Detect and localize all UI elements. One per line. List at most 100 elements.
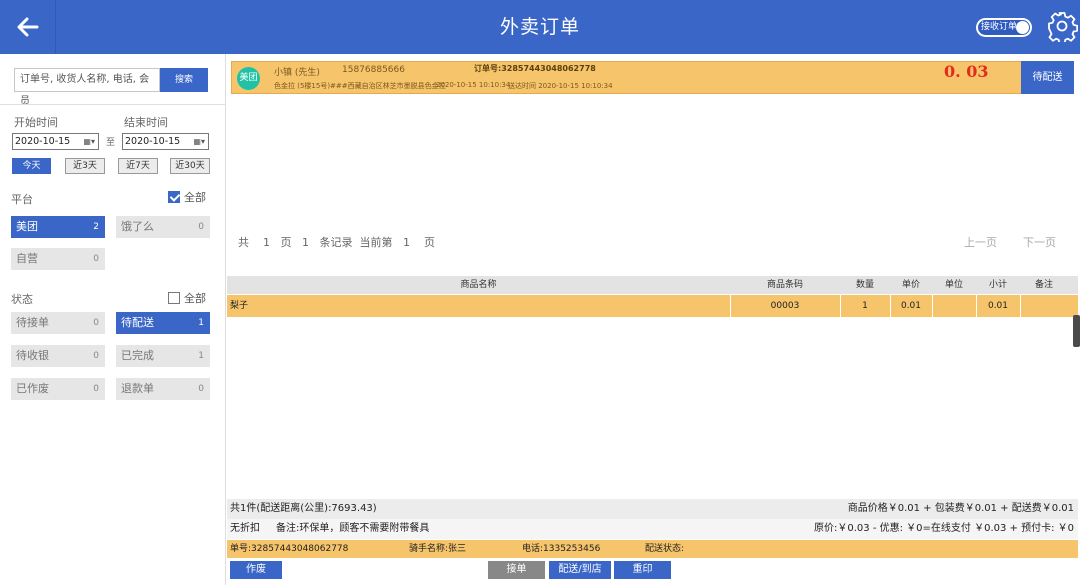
rider-phone: 电话:1335253456 (522, 544, 601, 554)
col-unit: 单位 (944, 280, 963, 290)
accept-button[interactable]: 接单 (488, 561, 545, 579)
tile-label: 饿了么 (121, 220, 154, 233)
cell-subtotal: 0.01 (987, 301, 1009, 311)
date-separator: 至 (106, 138, 116, 148)
pager-text: 当前第 (359, 236, 393, 249)
divider (0, 104, 226, 105)
divider (932, 295, 933, 317)
page-title: 外卖订单 (499, 16, 580, 38)
tile-count: 0 (93, 318, 99, 328)
status-pending-checkout[interactable]: 待收银 0 (11, 345, 105, 367)
platform-eleme[interactable]: 饿了么 0 (116, 216, 210, 238)
pager-text: 页 (280, 236, 292, 249)
platform-label: 平台 (11, 193, 33, 206)
col-subtotal: 小计 (988, 280, 1007, 290)
tile-label: 待接单 (16, 316, 49, 329)
search-button[interactable]: 搜索 (160, 68, 208, 92)
tile-count: 0 (93, 254, 99, 264)
receive-orders-toggle[interactable]: 接收订单 (976, 18, 1032, 37)
order-note: 备注:环保单，顾客不需要附带餐具 (276, 523, 430, 534)
delivery-order-number: 单号:32857443048062778 (230, 544, 349, 554)
tile-count: 1 (198, 318, 204, 328)
cell-unit-price: 0.01 (900, 301, 922, 311)
pager-text: 共 (238, 236, 249, 249)
delivery-status: 配送状态: (645, 544, 685, 554)
next-page-button[interactable]: 下一页 (1023, 234, 1056, 250)
platform-meituan[interactable]: 美团 2 (11, 216, 105, 238)
col-quantity: 数量 (855, 280, 874, 290)
status-pending-delivery[interactable]: 待配送 1 (116, 312, 210, 334)
pending-delivery-button[interactable]: 待配送 (1021, 61, 1074, 94)
tile-count: 0 (198, 222, 204, 232)
cell-product-name: 梨子 (230, 301, 249, 311)
gear-icon[interactable] (1046, 10, 1078, 42)
last-3-days-button[interactable]: 近3天 (65, 158, 105, 174)
status-all-checkbox[interactable]: 全部 (168, 290, 206, 306)
summary-bar: 共1件(配送距离(公里):7693.43) 商品价格￥0.01 + 包装费￥0.… (227, 499, 1078, 519)
search-input[interactable]: 订单号, 收货人名称, 电话, 会员 (14, 68, 160, 107)
col-product-name: 商品名称 (460, 280, 497, 290)
start-time-label: 开始时间 (14, 116, 58, 129)
arrive-time: 送达时间 2020-10-15 10:10:34 (508, 82, 613, 90)
checkbox-label: 全部 (184, 292, 206, 305)
pager-total-pages: 1 (263, 236, 270, 249)
checkbox-label: 全部 (184, 191, 206, 204)
tile-count: 2 (93, 222, 99, 232)
pager-text: 页 (424, 236, 435, 249)
tile-count: 0 (93, 384, 99, 394)
last-7-days-button[interactable]: 近7天 (118, 158, 158, 174)
void-button[interactable]: 作废 (230, 561, 282, 579)
discount-label: 无折扣 (230, 523, 260, 534)
calendar-icon: ▦▾ (193, 137, 205, 146)
tile-count: 0 (93, 351, 99, 361)
status-voided[interactable]: 已作废 0 (11, 378, 105, 400)
pager-text: 条记录 (319, 236, 353, 249)
reprint-button[interactable]: 重印 (614, 561, 671, 579)
platform-all-checkbox[interactable]: 全部 (168, 189, 206, 205)
rider-name: 骑手名称:张三 (409, 544, 467, 554)
end-date-picker[interactable]: 2020-10-15 ▦▾ (122, 133, 209, 150)
meituan-badge: 美团 (237, 67, 260, 90)
deliver-arrive-button[interactable]: 配送/到店 (549, 561, 611, 579)
pager-current-page: 1 (403, 236, 410, 249)
start-date-picker[interactable]: 2020-10-15 ▦▾ (12, 133, 99, 150)
platform-self[interactable]: 自营 0 (11, 248, 105, 270)
pager-info: 共 1 页 1 条记录 当前第 1 页 (238, 234, 435, 250)
checkbox-empty-icon (168, 292, 180, 304)
payment-bar: 无折扣 备注:环保单，顾客不需要附带餐具 原价:￥0.03 - 优惠: ￥0=在… (227, 519, 1078, 539)
item-count-distance: 共1件(配送距离(公里):7693.43) (230, 503, 377, 514)
tile-label: 待收银 (16, 349, 49, 362)
tile-label: 退款单 (121, 382, 154, 395)
order-card[interactable]: 美团 小镇 (先生) 15876885666 订单号:3285744304806… (231, 61, 1074, 94)
tile-count: 0 (198, 384, 204, 394)
customer-name: 小镇 (先生) (274, 68, 320, 78)
filter-sidebar: 订单号, 收货人名称, 电话, 会员 搜索 开始时间 结束时间 2020-10-… (0, 54, 226, 585)
end-date-value: 2020-10-15 (125, 136, 181, 147)
status-refund[interactable]: 退款单 0 (116, 378, 210, 400)
delivery-info-bar: 单号:32857443048062778 骑手名称:张三 电话:13352534… (227, 540, 1078, 558)
order-number: 订单号:32857443048062778 (474, 64, 596, 73)
order-time: 2020-10-15 10:10:34 (436, 81, 511, 89)
tile-label: 待配送 (121, 316, 154, 329)
customer-address: 色金拉 (5楼15号)###西藏自治区林芝市墨脱县色金拉 (274, 82, 446, 90)
price-breakdown: 商品价格￥0.01 + 包装费￥0.01 + 配送费￥0.01 (847, 503, 1074, 514)
table-row[interactable]: 梨子 00003 1 0.01 0.01 (227, 295, 1078, 317)
customer-phone: 15876885666 (342, 65, 405, 75)
today-button[interactable]: 今天 (12, 158, 51, 174)
status-completed[interactable]: 已完成 1 (116, 345, 210, 367)
status-pending-accept[interactable]: 待接单 0 (11, 312, 105, 334)
toggle-knob (1016, 21, 1029, 34)
prev-page-button[interactable]: 上一页 (964, 234, 997, 250)
tile-label: 已完成 (121, 349, 154, 362)
end-time-label: 结束时间 (124, 116, 168, 129)
tile-label: 自营 (16, 252, 38, 265)
last-30-days-button[interactable]: 近30天 (170, 158, 210, 174)
cell-barcode: 00003 (770, 301, 800, 311)
checkbox-checked-icon (168, 191, 180, 203)
items-table-header: 商品名称 商品条码 数量 单价 单位 小计 备注 (227, 276, 1078, 294)
tile-label: 美团 (16, 220, 38, 233)
side-drawer-handle[interactable] (1073, 315, 1080, 347)
toggle-label: 接收订单 (981, 22, 1018, 32)
col-unit-price: 单价 (901, 280, 920, 290)
start-date-value: 2020-10-15 (15, 136, 71, 147)
